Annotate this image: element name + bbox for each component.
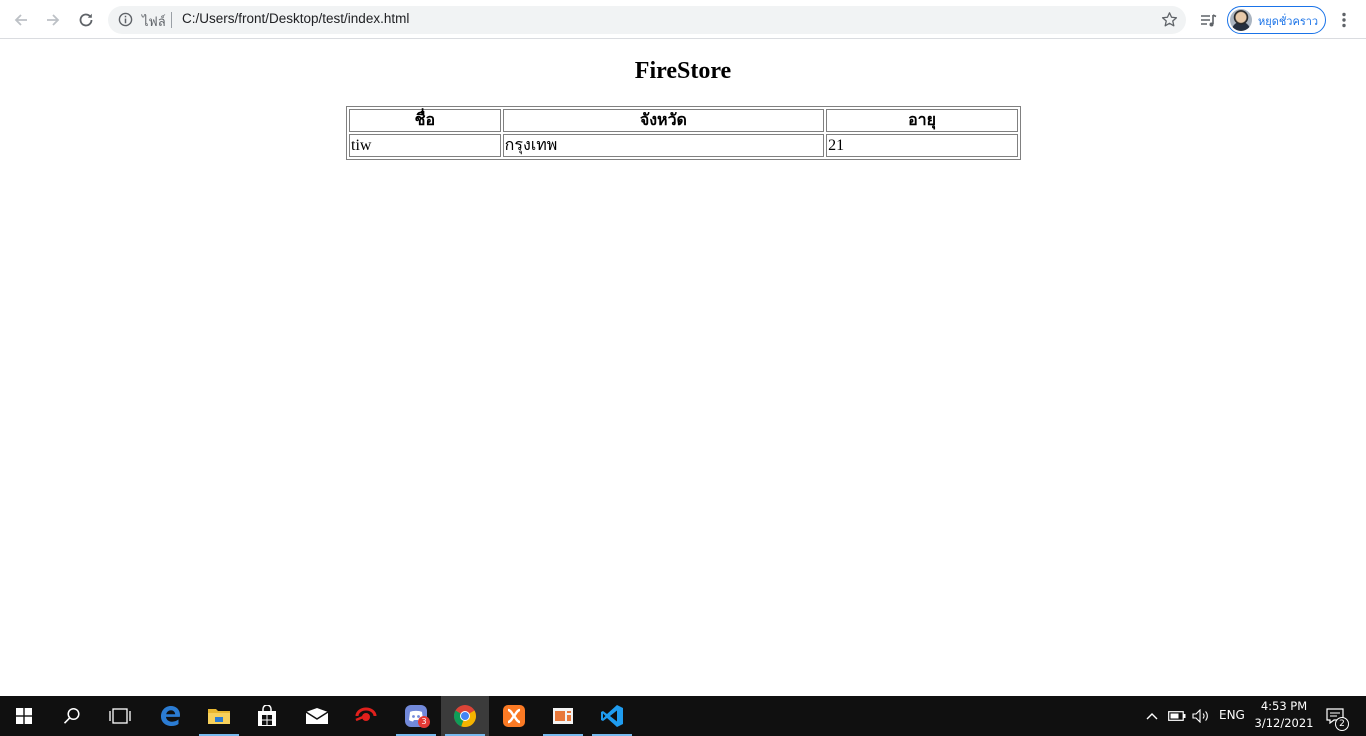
taskbar-search-button[interactable]: [48, 696, 96, 736]
clock-date: 3/12/2021: [1254, 716, 1314, 730]
taskbar-xampp[interactable]: [490, 696, 538, 736]
speaker-icon: [1192, 709, 1208, 723]
address-prefix: ไฟล์: [142, 15, 166, 30]
taskbar-vscode[interactable]: [588, 696, 636, 736]
language-indicator[interactable]: ENG: [1219, 708, 1245, 722]
page-title: FireStore: [634, 58, 732, 84]
clock[interactable]: 4:53 PM 3/12/2021: [1248, 698, 1320, 732]
chrome-menu-button[interactable]: [1332, 8, 1356, 32]
photo-app-icon: [553, 708, 573, 724]
address-bar[interactable]: ไฟล์ C:/Users/front/Desktop/test/index.h…: [108, 6, 1186, 34]
profile-button[interactable]: หยุดชั่วคราว: [1227, 6, 1326, 34]
taskbar-discord[interactable]: 3: [392, 696, 440, 736]
taskbar-garena[interactable]: [342, 696, 390, 736]
battery-icon: [1168, 711, 1186, 721]
search-icon: [63, 707, 80, 724]
column-header-name: ชื่อ: [349, 109, 501, 132]
tray-expand-button[interactable]: [1141, 696, 1163, 736]
cell-province: กรุงเทพ: [502, 134, 825, 157]
volume-button[interactable]: [1189, 696, 1213, 736]
edge-icon: [161, 706, 180, 726]
chrome-icon: [454, 705, 476, 728]
garena-icon: [355, 707, 377, 722]
taskbar-edge[interactable]: [147, 696, 195, 736]
taskbar-store[interactable]: [243, 696, 291, 736]
start-button[interactable]: [0, 696, 48, 736]
taskbar-file-explorer[interactable]: [195, 696, 243, 736]
data-table: ชื่อ จังหวัด อายุ tiw กรุงเทพ 21: [346, 106, 1021, 160]
url-text[interactable]: C:/Users/front/Desktop/test/index.html: [182, 11, 409, 26]
media-control-button[interactable]: [1196, 8, 1220, 32]
profile-status: หยุดชั่วคราว: [1258, 15, 1319, 28]
taskbar-mail[interactable]: [293, 696, 341, 736]
cell-age: 21: [826, 134, 1018, 157]
info-icon[interactable]: [118, 12, 133, 31]
vscode-icon: [601, 705, 623, 727]
avatar: [1230, 9, 1252, 31]
windows-logo-icon: [16, 708, 32, 724]
table-row: tiw กรุงเทพ 21: [349, 134, 1018, 157]
arrow-left-icon: [14, 14, 27, 26]
mail-icon: [305, 708, 329, 724]
chevron-up-icon: [1146, 713, 1158, 720]
taskbar-photo-app[interactable]: [539, 696, 587, 736]
reload-button[interactable]: [74, 8, 98, 32]
folder-icon: [208, 709, 230, 724]
reload-icon: [79, 13, 93, 27]
table-header-row: ชื่อ จังหวัด อายุ: [349, 109, 1018, 132]
cell-name: tiw: [349, 134, 501, 157]
clock-time: 4:53 PM: [1260, 699, 1308, 713]
more-vert-icon: [1342, 12, 1346, 28]
store-bag-icon: [258, 705, 276, 726]
column-header-province: จังหวัด: [502, 109, 825, 132]
forward-button[interactable]: [41, 8, 65, 32]
notification-count: 2: [1335, 717, 1349, 731]
taskbar-chrome[interactable]: [441, 696, 489, 736]
address-separator: [171, 12, 172, 28]
arrow-right-icon: [47, 14, 60, 26]
back-button[interactable]: [9, 8, 33, 32]
bookmark-star-icon[interactable]: [1161, 11, 1178, 32]
browser-toolbar: ไฟล์ C:/Users/front/Desktop/test/index.h…: [0, 0, 1366, 39]
taskbar: 3 ENG 4:53 PM 3/12/2021 2: [0, 696, 1366, 736]
discord-badge: 3: [418, 716, 430, 728]
xampp-icon: [503, 705, 525, 727]
task-view-button[interactable]: [96, 696, 144, 736]
playlist-icon: [1200, 13, 1216, 26]
task-view-icon: [109, 708, 131, 724]
column-header-age: อายุ: [826, 109, 1018, 132]
battery-button[interactable]: [1165, 696, 1189, 736]
